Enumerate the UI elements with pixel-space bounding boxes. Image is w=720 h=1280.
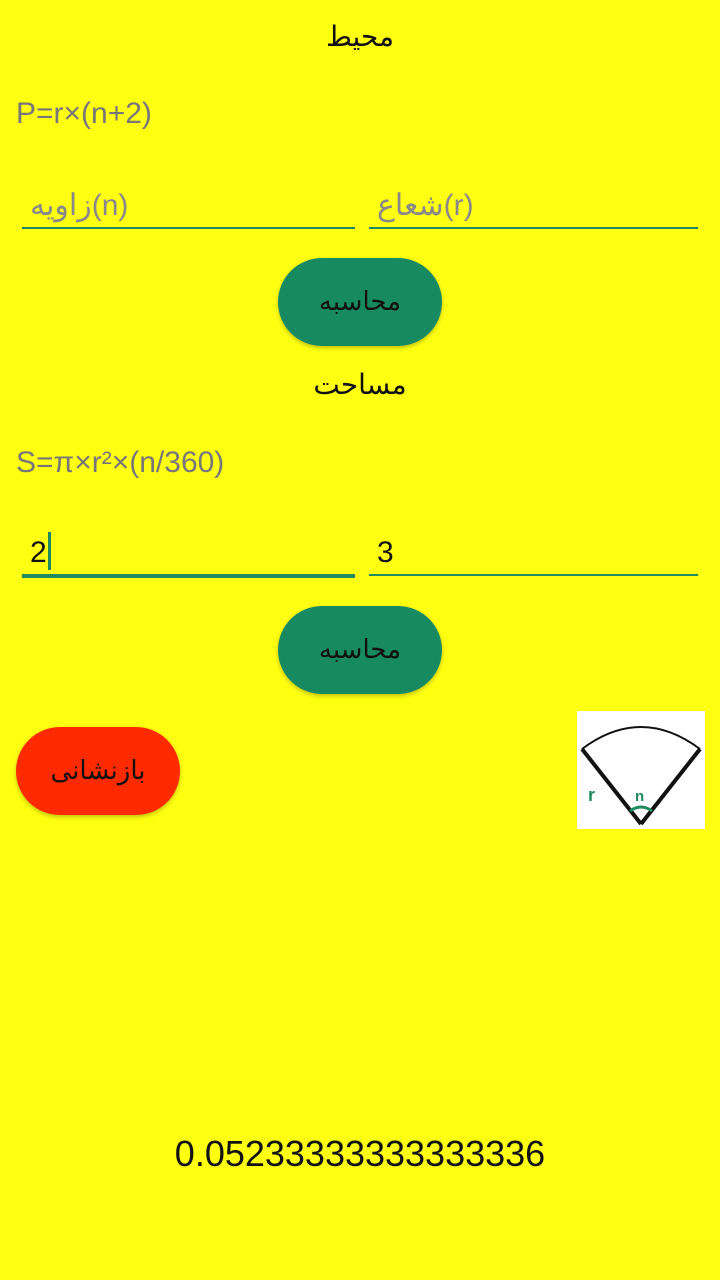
reset-button[interactable]: بازنشانی [16,727,180,815]
area-angle-value: 2 [30,536,47,569]
perimeter-calculate-button[interactable]: محاسبه [278,258,442,346]
perimeter-title: محیط [325,20,395,53]
perimeter-radius-input[interactable]: شعاع(r) [369,181,698,229]
area-radius-input[interactable]: 3 [369,528,698,576]
area-title: مساحت [313,368,407,401]
diagram-angle-label: n [635,788,644,805]
perimeter-angle-input[interactable]: زاویه(n) [22,181,355,229]
text-cursor [47,532,51,570]
circle-sector-diagram-icon: r n [577,711,705,829]
result-text: 0.05233333333333336 [174,1133,546,1174]
area-angle-value-wrap: 2 [30,532,51,570]
area-formula: S=π×r²×(n/360) [16,446,225,479]
area-calculate-button[interactable]: محاسبه [278,606,442,694]
perimeter-formula: P=r×(n+2) [16,97,152,130]
perimeter-radius-placeholder: شعاع(r) [377,189,474,222]
diagram-radius-label: r [588,785,595,805]
area-radius-value: 3 [377,536,394,569]
area-angle-input[interactable]: 2 [22,530,355,578]
perimeter-angle-placeholder: زاویه(n) [30,189,129,222]
